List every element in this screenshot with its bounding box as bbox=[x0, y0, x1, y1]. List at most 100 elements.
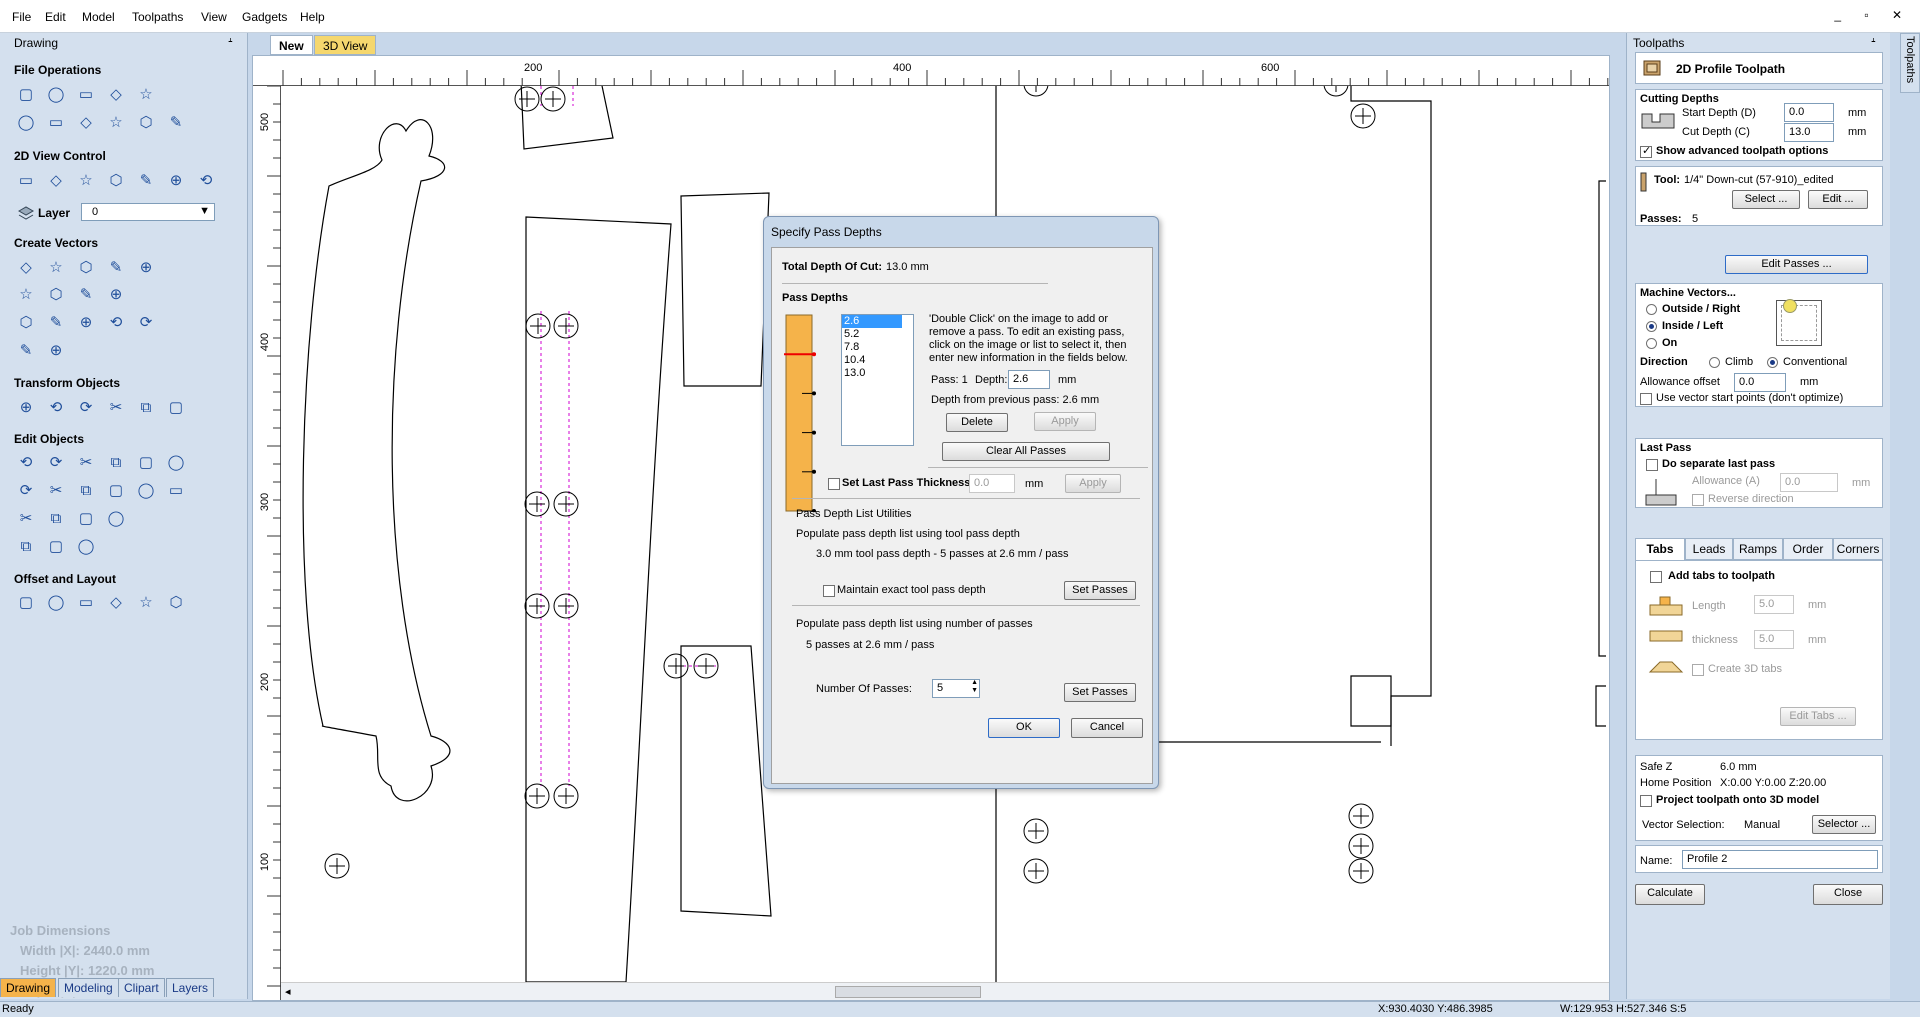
join-icon[interactable]: ✂ bbox=[16, 509, 36, 529]
set-last-pass-checkbox[interactable] bbox=[828, 478, 840, 490]
dimension-icon[interactable]: ⟲ bbox=[106, 313, 126, 333]
project-toolpath-checkbox[interactable] bbox=[1640, 795, 1652, 807]
array-icon[interactable]: ◯ bbox=[46, 593, 66, 613]
on-radio[interactable] bbox=[1646, 338, 1657, 349]
list-item[interactable]: 5.2 bbox=[842, 328, 913, 341]
copy-along-icon[interactable]: ◇ bbox=[106, 593, 126, 613]
view-full-icon[interactable]: ⟲ bbox=[196, 171, 216, 191]
trim-icon[interactable]: ◯ bbox=[166, 453, 186, 473]
edit-passes-button[interactable]: Edit Passes ... bbox=[1725, 255, 1868, 274]
tab-modeling[interactable]: Modeling bbox=[58, 978, 119, 997]
layer-select[interactable]: 0 ▼ bbox=[81, 203, 215, 221]
tab-layers[interactable]: Layers bbox=[166, 978, 215, 997]
paste-icon[interactable]: ☆ bbox=[106, 113, 126, 133]
export-icon[interactable]: ☆ bbox=[136, 85, 156, 105]
depth-input[interactable]: 2.6 bbox=[1008, 370, 1050, 389]
allowance-offset-input[interactable]: 0.0 bbox=[1734, 373, 1786, 392]
selector-button[interactable]: Selector ... bbox=[1812, 815, 1876, 834]
scissors-icon[interactable]: ▭ bbox=[166, 481, 186, 501]
subtract-icon[interactable]: ✂ bbox=[46, 481, 66, 501]
scale-icon[interactable]: ⟲ bbox=[46, 398, 66, 418]
chevron-right-icon[interactable]: ▢ bbox=[46, 537, 66, 557]
zoom-area-icon[interactable]: ⬡ bbox=[106, 171, 126, 191]
bracket-right-icon[interactable]: ◯ bbox=[76, 537, 96, 557]
zoom-icon[interactable]: ◇ bbox=[46, 171, 66, 191]
create-3d-tabs-checkbox[interactable] bbox=[1692, 664, 1704, 676]
horizontal-scrollbar[interactable]: ◂ bbox=[281, 982, 1609, 1000]
rectangle-icon[interactable]: ⬡ bbox=[76, 258, 96, 278]
apply-pass-button[interactable]: Apply bbox=[1034, 412, 1096, 431]
new-file-icon[interactable]: ▢ bbox=[16, 85, 36, 105]
add-tabs-checkbox[interactable] bbox=[1650, 571, 1662, 583]
maintain-exact-checkbox[interactable] bbox=[823, 585, 835, 597]
menu-toolpaths[interactable]: Toolpaths bbox=[132, 10, 183, 24]
menu-file[interactable]: File bbox=[12, 10, 31, 24]
pointer-icon[interactable]: ⟲ bbox=[16, 453, 36, 473]
center-icon[interactable]: ▢ bbox=[166, 398, 186, 418]
tab-tabs[interactable]: Tabs bbox=[1635, 538, 1685, 560]
calculate-button[interactable]: Calculate bbox=[1635, 884, 1705, 905]
thickness-input[interactable]: 5.0 bbox=[1754, 630, 1794, 649]
import-icon[interactable]: ◇ bbox=[106, 85, 126, 105]
open-file-icon[interactable]: ◯ bbox=[46, 85, 66, 105]
inside-radio[interactable] bbox=[1646, 321, 1657, 332]
copy-icon[interactable]: ◇ bbox=[76, 113, 96, 133]
extend-icon[interactable]: ▢ bbox=[76, 509, 96, 529]
delete-pass-button[interactable]: Delete bbox=[946, 413, 1008, 432]
tab-corners[interactable]: Corners bbox=[1833, 538, 1883, 560]
close-button[interactable]: Close bbox=[1813, 884, 1883, 905]
last-pass-thickness-input[interactable]: 0.0 bbox=[969, 474, 1015, 493]
tab-new[interactable]: New bbox=[270, 35, 313, 55]
use-vector-start-checkbox[interactable] bbox=[1640, 393, 1652, 405]
cut-icon[interactable]: ▭ bbox=[46, 113, 66, 133]
arrow-icon[interactable]: ◯ bbox=[106, 509, 126, 529]
nest-icon[interactable]: ▭ bbox=[76, 593, 96, 613]
spinner-icon[interactable]: ▲ ▼ bbox=[971, 679, 978, 695]
arc-icon[interactable]: ⬡ bbox=[46, 285, 66, 305]
select-area-icon[interactable]: ◯ bbox=[16, 113, 36, 133]
smooth-node-icon[interactable]: ✂ bbox=[76, 453, 96, 473]
move-icon[interactable]: ⊕ bbox=[16, 398, 36, 418]
bracket-left-icon[interactable]: ⧉ bbox=[16, 537, 36, 557]
edit-tabs-button[interactable]: Edit Tabs ... bbox=[1780, 707, 1856, 726]
climb-radio[interactable] bbox=[1709, 357, 1720, 368]
cancel-button[interactable]: Cancel bbox=[1071, 718, 1143, 738]
allowance-a-input[interactable]: 0.0 bbox=[1780, 473, 1838, 492]
conventional-radio[interactable] bbox=[1767, 357, 1778, 368]
star-icon[interactable]: ⊕ bbox=[136, 258, 156, 278]
undo-icon[interactable]: ⬡ bbox=[136, 113, 156, 133]
tab-drawing[interactable]: Drawing bbox=[0, 978, 57, 997]
toolpath-name-input[interactable]: Profile 2 bbox=[1682, 850, 1878, 869]
scroll-left-icon[interactable]: ◂ bbox=[285, 985, 291, 998]
curve-fit-icon[interactable]: ▢ bbox=[106, 481, 126, 501]
do-separate-checkbox[interactable] bbox=[1646, 459, 1658, 471]
group-icon[interactable]: ⧉ bbox=[106, 453, 126, 473]
ok-button[interactable]: OK bbox=[988, 718, 1060, 738]
number-of-passes-input[interactable]: 5 ▲ ▼ bbox=[932, 679, 980, 698]
list-item[interactable]: 13.0 bbox=[842, 367, 913, 380]
window-controls[interactable]: _ ▫ ✕ bbox=[1834, 8, 1912, 22]
show-advanced-checkbox[interactable] bbox=[1640, 144, 1652, 158]
draw-icon[interactable]: ✎ bbox=[16, 341, 36, 361]
list-item[interactable]: 7.8 bbox=[842, 341, 913, 354]
tab-3d-view[interactable]: 3D View bbox=[314, 35, 377, 55]
layout-icon[interactable]: ⬡ bbox=[166, 593, 186, 613]
cut-depth-input[interactable]: 13.0 bbox=[1784, 123, 1834, 142]
length-input[interactable]: 5.0 bbox=[1754, 595, 1794, 614]
menu-help[interactable]: Help bbox=[300, 10, 325, 24]
measure-icon[interactable]: ⊕ bbox=[46, 341, 66, 361]
spiral-icon[interactable]: ⊕ bbox=[106, 285, 126, 305]
pan-icon[interactable]: ▭ bbox=[16, 171, 36, 191]
edit-tool-button[interactable]: Edit ... bbox=[1808, 190, 1868, 209]
font-icon[interactable]: ⟳ bbox=[136, 313, 156, 333]
curve-icon[interactable]: ✎ bbox=[76, 285, 96, 305]
list-item[interactable]: 10.4 bbox=[842, 354, 913, 367]
tab-ramps[interactable]: Ramps bbox=[1733, 538, 1783, 560]
pass-list[interactable]: 2.6 5.2 7.8 10.4 13.0 bbox=[841, 314, 914, 446]
set-passes-number-button[interactable]: Set Passes bbox=[1064, 683, 1136, 702]
ellipse-icon[interactable]: ☆ bbox=[46, 258, 66, 278]
ungroup-icon[interactable]: ▢ bbox=[136, 453, 156, 473]
polygon-icon[interactable]: ✎ bbox=[106, 258, 126, 278]
scrollbar-thumb[interactable] bbox=[835, 986, 981, 998]
node-edit-icon[interactable]: ⟳ bbox=[46, 453, 66, 473]
